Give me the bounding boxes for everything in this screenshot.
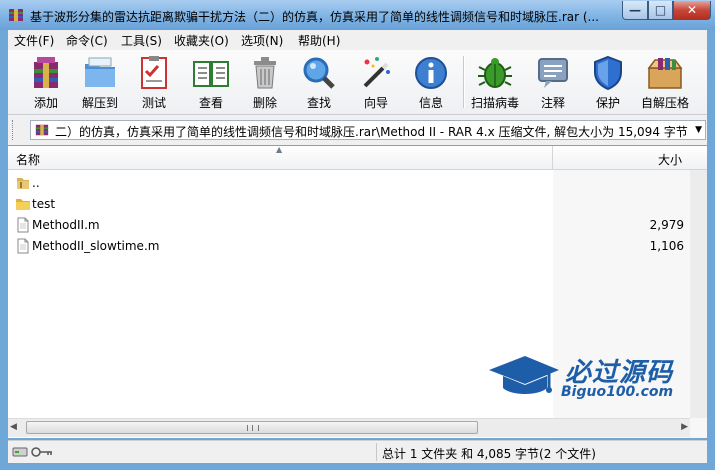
list-item-parent[interactable]: .. xyxy=(8,173,707,194)
file-name: test xyxy=(32,197,56,211)
watermark-subtitle: Biguo100.com xyxy=(561,384,674,400)
protect-button[interactable]: 保护 xyxy=(581,54,635,112)
toolbar-separator xyxy=(463,56,465,108)
column-divider[interactable] xyxy=(552,146,553,169)
menu-bar: 文件(F) 命令(C) 工具(S) 收藏夹(O) 选项(N) 帮助(H) xyxy=(8,30,707,50)
rar-archive-icon xyxy=(35,124,49,136)
address-grip[interactable] xyxy=(12,120,16,140)
dropdown-arrow-icon[interactable]: ▼ xyxy=(695,125,702,135)
document-icon xyxy=(17,217,29,233)
minimize-button[interactable]: — xyxy=(622,1,648,20)
document-icon xyxy=(17,238,29,254)
horizontal-scrollbar[interactable]: ◀ ▶ xyxy=(8,418,690,437)
info-label: 信息 xyxy=(418,96,443,110)
drive-key-icon[interactable] xyxy=(12,446,56,458)
scroll-left-arrow-icon[interactable]: ◀ xyxy=(10,422,17,432)
address-bar: 二）的仿真，仿真采用了简单的线性调频信号和时域脉压.rar\Method II … xyxy=(8,115,707,145)
column-size-header[interactable]: 大小 xyxy=(658,151,682,168)
graduation-cap-logo-icon xyxy=(489,356,559,394)
add-label: 添加 xyxy=(33,96,58,110)
find-label: 查找 xyxy=(306,96,331,110)
delete-button[interactable]: 删除 xyxy=(238,54,292,112)
watermark: 必过源码 Biguo100.com xyxy=(487,350,697,406)
trash-icon xyxy=(254,57,276,89)
shield-icon xyxy=(594,55,622,91)
status-divider xyxy=(376,443,377,461)
status-summary: 总计 1 文件夹 和 4,085 字节(2 个文件) xyxy=(382,447,596,461)
wizard-label: 向导 xyxy=(363,96,388,110)
magnifier-icon xyxy=(303,57,335,89)
menu-file[interactable]: 文件(F) xyxy=(14,32,54,49)
menu-commands[interactable]: 命令(C) xyxy=(66,32,108,49)
sort-ascending-icon: ▲ xyxy=(276,145,283,154)
delete-label: 删除 xyxy=(252,96,277,110)
add-archive-icon xyxy=(34,57,58,88)
winrar-window: 基于波形分集的雷达抗距离欺骗干扰方法（二）的仿真，仿真采用了简单的线性调频信号和… xyxy=(0,0,715,470)
folder-icon xyxy=(16,199,30,210)
list-item-file[interactable]: MethodII_slowtime.m 1,106 xyxy=(8,236,707,257)
menu-options[interactable]: 选项(N) xyxy=(241,32,283,49)
parent-folder-icon xyxy=(17,178,29,189)
comment-label: 注释 xyxy=(540,96,565,110)
sfx-button[interactable]: 自解压格 xyxy=(638,54,692,112)
extract-to-button[interactable]: 解压到 xyxy=(73,54,127,112)
sfx-label: 自解压格 xyxy=(640,96,689,110)
sfx-box-icon xyxy=(647,58,683,89)
add-button[interactable]: 添加 xyxy=(19,54,73,112)
maximize-icon: □ xyxy=(654,3,667,17)
menu-favorites[interactable]: 收藏夹(O) xyxy=(174,32,229,49)
scroll-right-arrow-icon[interactable]: ▶ xyxy=(681,422,688,432)
view-button[interactable]: 查看 xyxy=(184,54,238,112)
column-name-header[interactable]: 名称 xyxy=(16,151,40,168)
scan-virus-label: 扫描病毒 xyxy=(470,96,519,110)
address-path-box[interactable]: 二）的仿真，仿真采用了简单的线性调频信号和时域脉压.rar\Method II … xyxy=(30,120,706,140)
virus-scan-icon xyxy=(478,58,512,88)
window-title: 基于波形分集的雷达抗距离欺骗干扰方法（二）的仿真，仿真采用了简单的线性调频信号和… xyxy=(30,10,599,24)
file-size: 1,106 xyxy=(649,239,684,253)
maximize-button[interactable]: □ xyxy=(648,1,673,20)
menu-help[interactable]: 帮助(H) xyxy=(298,32,340,49)
file-name: MethodII_slowtime.m xyxy=(32,239,160,253)
view-book-icon xyxy=(193,61,229,87)
info-button[interactable]: 信息 xyxy=(404,54,458,112)
extract-to-icon xyxy=(85,57,115,87)
view-label: 查看 xyxy=(198,96,223,110)
test-button[interactable]: 测试 xyxy=(127,54,181,112)
info-icon xyxy=(415,57,447,89)
address-path: 二）的仿真，仿真采用了简单的线性调频信号和时域脉压.rar\Method II … xyxy=(55,125,688,139)
close-icon: ✕ xyxy=(686,3,698,17)
list-header: 名称 ▲ 大小 xyxy=(8,145,707,170)
list-item-file[interactable]: MethodII.m 2,979 xyxy=(8,215,707,236)
close-button[interactable]: ✕ xyxy=(673,1,711,20)
winrar-app-icon xyxy=(9,9,23,21)
menu-tools[interactable]: 工具(S) xyxy=(121,32,162,49)
toolbar: 添加 解压到 测试 查看 删除 查找 向导 信息 扫描病毒 注释 保护 自解压格 xyxy=(8,50,707,115)
test-label: 测试 xyxy=(141,96,166,110)
wizard-button[interactable]: 向导 xyxy=(349,54,403,112)
scrollbar-thumb[interactable] xyxy=(26,421,478,434)
find-button[interactable]: 查找 xyxy=(292,54,346,112)
status-bar: 总计 1 文件夹 和 4,085 字节(2 个文件) xyxy=(8,440,707,463)
file-name: MethodII.m xyxy=(32,218,100,232)
file-name: .. xyxy=(32,176,40,190)
scan-virus-button[interactable]: 扫描病毒 xyxy=(468,54,522,112)
minimize-icon: — xyxy=(629,3,641,17)
protect-label: 保护 xyxy=(595,96,620,110)
file-size: 2,979 xyxy=(649,218,684,232)
title-bar[interactable]: 基于波形分集的雷达抗距离欺骗干扰方法（二）的仿真，仿真采用了简单的线性调频信号和… xyxy=(0,0,715,30)
comment-icon xyxy=(538,58,568,88)
scroll-grip-icon xyxy=(247,425,259,431)
wizard-wand-icon xyxy=(363,57,390,88)
comment-button[interactable]: 注释 xyxy=(526,54,580,112)
extract-to-label: 解压到 xyxy=(81,96,118,110)
list-item-folder[interactable]: test xyxy=(8,194,707,215)
test-icon xyxy=(141,56,167,89)
